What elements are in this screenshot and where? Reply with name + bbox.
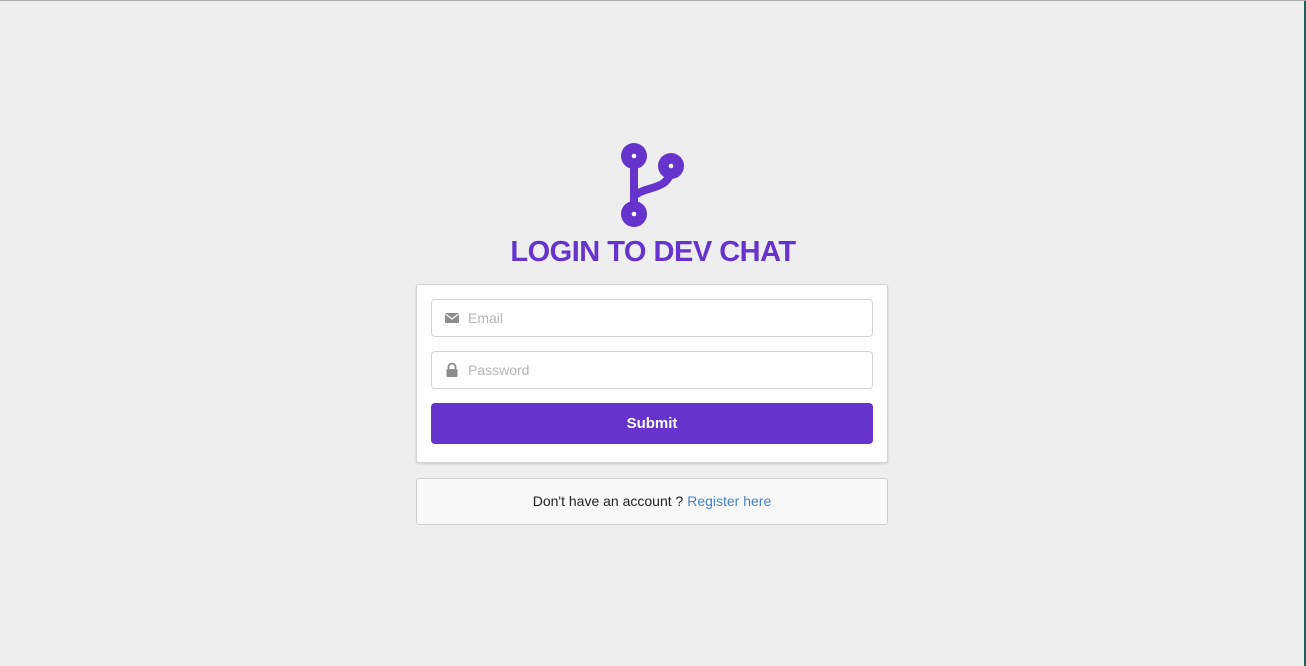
lock-icon (446, 363, 458, 377)
email-field[interactable] (431, 299, 873, 337)
password-field[interactable] (431, 351, 873, 389)
email-input[interactable] (468, 300, 864, 336)
register-link[interactable]: Register here (687, 493, 771, 509)
page-title: LOGIN TO DEV CHAT (510, 236, 796, 268)
register-message: Don't have an account ? Register here (416, 478, 888, 525)
login-form: Submit (416, 284, 888, 463)
code-branch-icon (621, 143, 684, 227)
register-prompt: Don't have an account ? (532, 493, 684, 509)
login-page: LOGIN TO DEV CHAT Submit Don't have an a… (0, 0, 1306, 666)
submit-button[interactable]: Submit (431, 403, 873, 444)
envelope-icon (445, 313, 459, 323)
password-input[interactable] (468, 352, 864, 388)
